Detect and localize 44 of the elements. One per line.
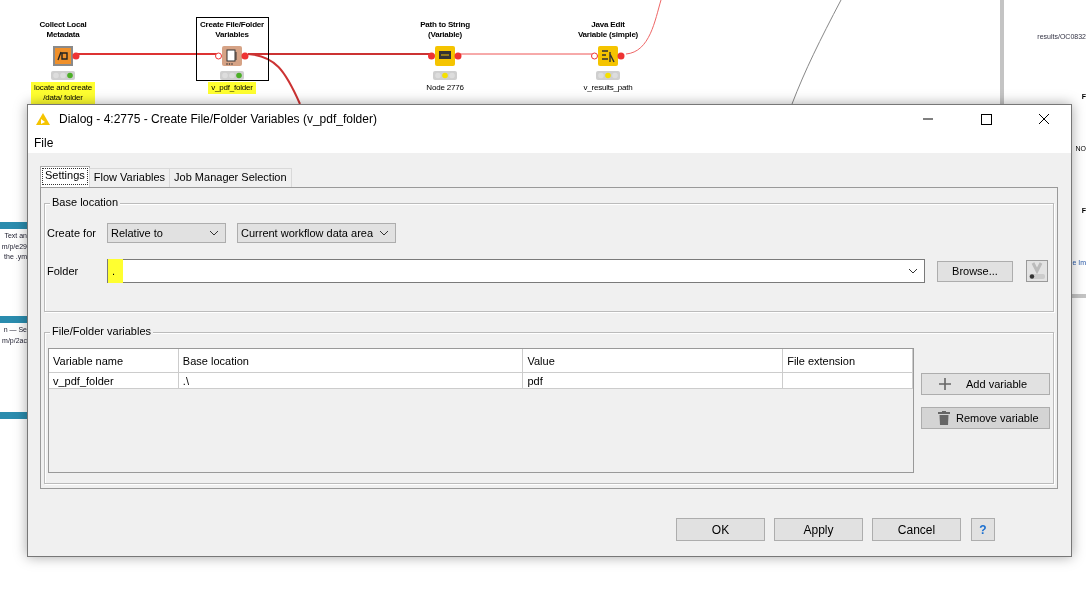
group-legend: File/Folder variables <box>50 325 154 337</box>
help-button[interactable]: ? <box>971 518 995 541</box>
node-title: Create File/Folder Variables <box>200 20 264 41</box>
dialog-button[interactable]: Apply <box>774 518 863 541</box>
folder-field[interactable]: . <box>107 259 925 283</box>
node-title: Java Edit Variable (simple) <box>577 20 639 41</box>
table-cell: pdf <box>523 373 784 389</box>
dialog-button[interactable]: Cancel <box>872 518 961 541</box>
scrollbar <box>1072 294 1086 298</box>
plus-icon <box>938 377 952 391</box>
warning-icon <box>35 112 51 126</box>
dropdown[interactable]: Relative to <box>107 223 226 243</box>
caret-icon <box>379 230 389 236</box>
table-cell: v_pdf_folder <box>49 373 179 389</box>
dialog-button[interactable]: OK <box>676 518 765 541</box>
node-icon[interactable] <box>591 46 625 66</box>
node-icon[interactable] <box>428 46 462 66</box>
window-title: Dialog - 4:2775 - Create File/Folder Variables (v_pdf_folder) <box>59 112 378 126</box>
table-cell: .\ <box>178 373 524 389</box>
trash-icon <box>938 411 950 425</box>
menu-item[interactable]: File <box>34 136 54 150</box>
annotation-bar <box>0 412 27 419</box>
add-variable-button[interactable]: Add variable <box>921 373 1050 395</box>
field-label: Folder <box>47 265 80 277</box>
browse-button[interactable]: Browse... <box>937 260 1013 282</box>
field-label: Create for <box>47 227 97 239</box>
dropdown[interactable]: Current workflow data area <box>237 223 396 243</box>
caret-icon <box>908 268 918 274</box>
node-title: Path to String (Variable) <box>420 20 470 41</box>
tab[interactable]: Job Manager Selection <box>169 168 292 187</box>
tab[interactable]: Settings <box>40 166 90 187</box>
node-icon[interactable] <box>215 46 249 66</box>
node-label: Node 2776 <box>425 82 465 94</box>
annotation-bar <box>0 222 27 229</box>
flow-variable-button[interactable] <box>1026 260 1048 282</box>
node-label: v_results_path <box>582 82 634 94</box>
group-legend: Base location <box>50 196 121 208</box>
node-title: Collect Local Metadata <box>39 20 87 41</box>
tab[interactable]: Flow Variables <box>88 168 171 187</box>
annotation-bar <box>0 316 27 323</box>
caret-icon <box>209 230 219 236</box>
node-label: v_pdf_folder <box>208 82 256 94</box>
remove-variable-button[interactable]: Remove variable <box>921 407 1050 429</box>
node-label: locate and create /data/ folder <box>31 82 95 104</box>
